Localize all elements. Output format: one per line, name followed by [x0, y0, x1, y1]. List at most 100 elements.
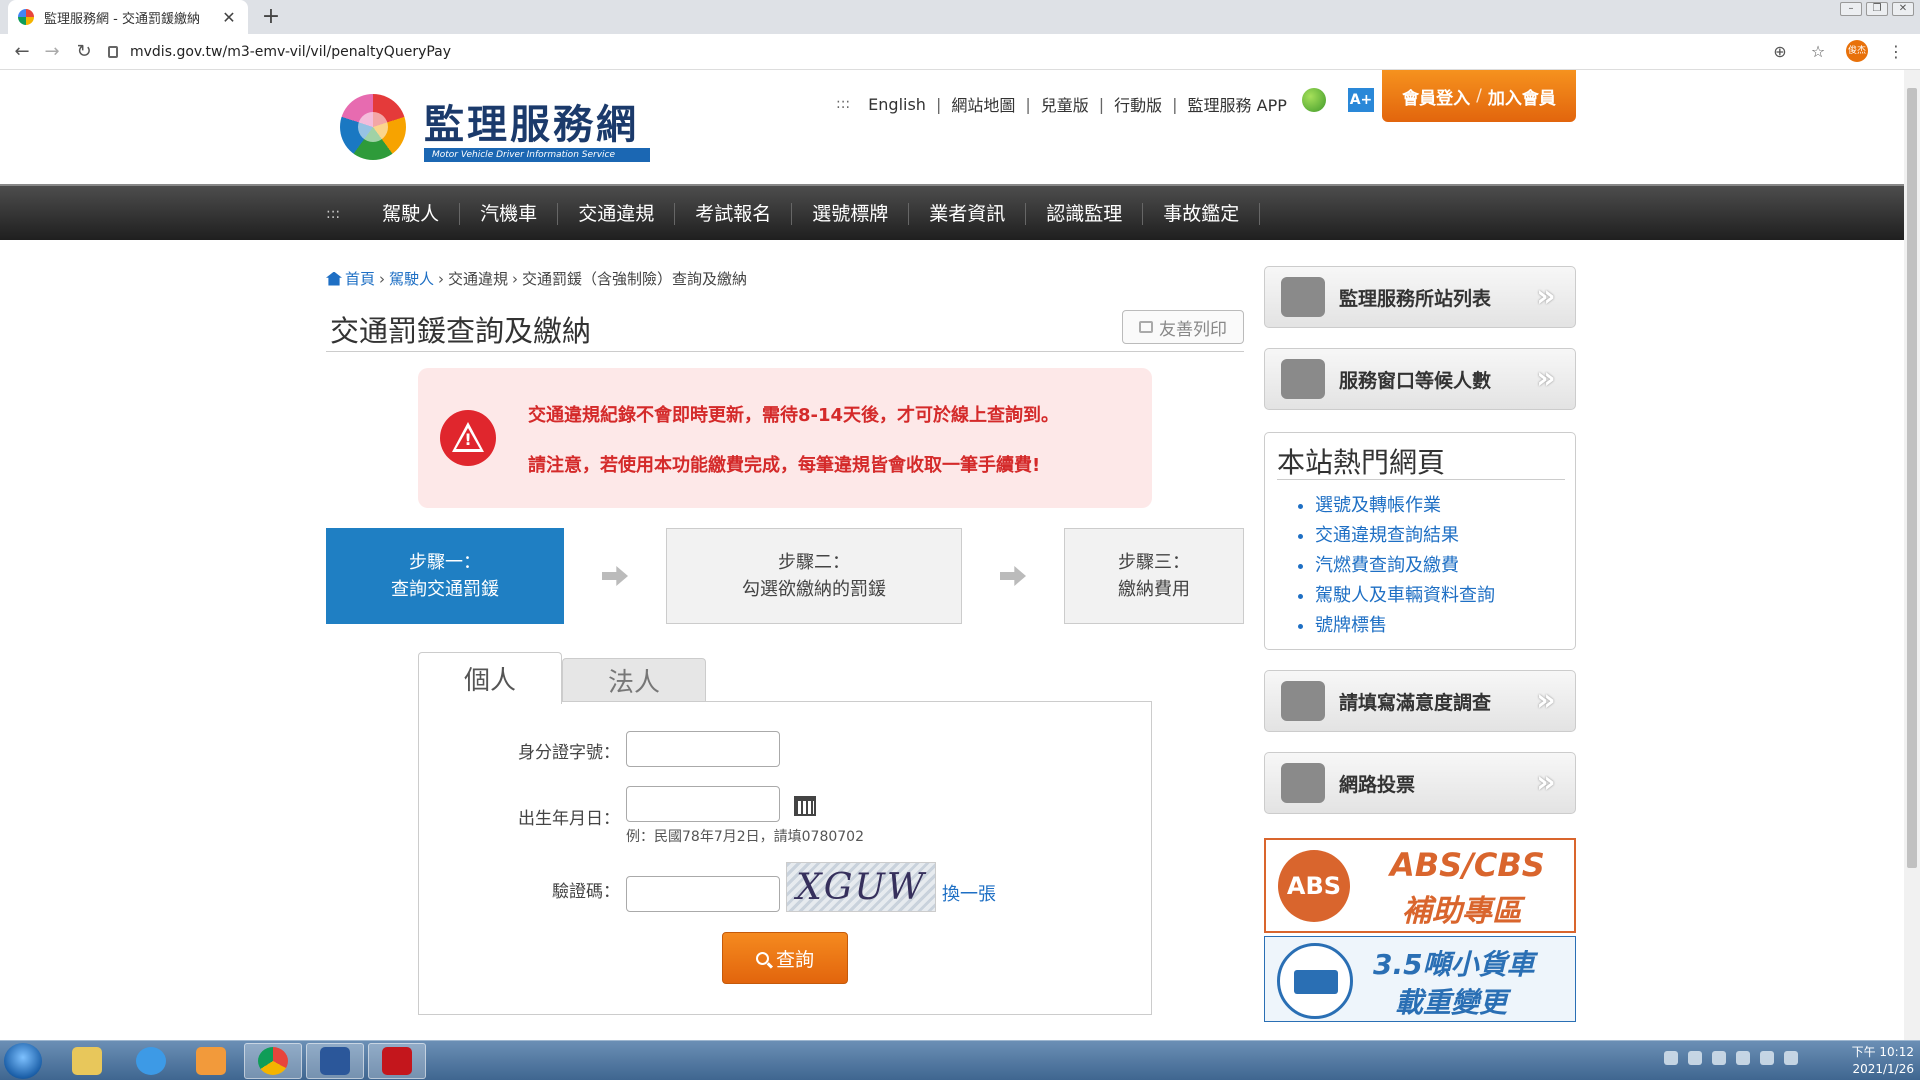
- hot-link-fuel-fee[interactable]: 汽燃費查詢及繳費: [1315, 551, 1495, 581]
- step-3-title: 步驟三：: [1118, 552, 1190, 573]
- taskbar-word[interactable]: [306, 1043, 364, 1079]
- close-window-icon[interactable]: ✕: [1892, 2, 1914, 16]
- step-arrow-icon: [1000, 566, 1026, 586]
- megaphone-icon: [1281, 763, 1325, 803]
- survey-button[interactable]: 請填寫滿意度調查 »: [1264, 670, 1576, 732]
- captcha-refresh-link[interactable]: 換一張: [942, 880, 996, 906]
- ie-icon: [136, 1047, 166, 1075]
- car-icon: [1281, 277, 1325, 317]
- taskbar-media[interactable]: [182, 1043, 240, 1079]
- windows-taskbar: 下午 10:12 2021/1/26: [0, 1040, 1920, 1080]
- breadcrumb-driver[interactable]: 駕駛人: [389, 268, 434, 289]
- notice-alert: ! 交通違規紀錄不會即時更新，需待8-14天後，才可於線上查詢到。 請注意，若使…: [418, 368, 1152, 508]
- member-login-button[interactable]: 會員登入: [1402, 84, 1470, 109]
- tab-corporate[interactable]: 法人: [562, 658, 706, 702]
- taskbar-explorer[interactable]: [58, 1043, 116, 1079]
- link-sitemap[interactable]: 網站地圖: [951, 92, 1015, 116]
- site-logo[interactable]: 監理服務網 Motor Vehicle Driver Information S…: [340, 92, 650, 168]
- media-player-icon: [196, 1047, 226, 1075]
- restore-icon[interactable]: ❐: [1866, 2, 1888, 16]
- print-button[interactable]: 友善列印: [1122, 310, 1244, 344]
- keyboard-icon[interactable]: [1664, 1051, 1678, 1065]
- main-menu: ::: 駕駛人 汽機車 交通違規 考試報名 選號標牌 業者資訊 認識監理 事故鑑…: [0, 184, 1904, 240]
- accessibility-icon[interactable]: A+: [1348, 88, 1374, 112]
- hot-link-driver-vehicle[interactable]: 駕駛人及車輛資料查詢: [1315, 581, 1495, 611]
- queue-count-label: 服務窗口等候人數: [1339, 369, 1492, 392]
- address-bar[interactable]: mvdis.gov.tw/m3-emv-vil/vil/penaltyQuery…: [108, 39, 1808, 65]
- menu-item-accident[interactable]: 事故鑑定: [1143, 203, 1261, 225]
- id-number-input[interactable]: [626, 731, 780, 767]
- menu-item-vehicle[interactable]: 汽機車: [460, 203, 559, 225]
- minimize-icon[interactable]: –: [1840, 2, 1862, 16]
- alert-line-1: 交通違規紀錄不會即時更新，需待8-14天後，才可於線上查詢到。: [528, 405, 1060, 426]
- captcha-input[interactable]: [626, 876, 780, 912]
- vote-button[interactable]: 網路投票 »: [1264, 752, 1576, 814]
- zoom-icon[interactable]: ⊕: [1770, 42, 1790, 61]
- taskbar-ie[interactable]: [122, 1043, 180, 1079]
- page-scrollbar-thumb[interactable]: [1907, 88, 1917, 868]
- hot-pages-title: 本站熱門網頁: [1277, 446, 1446, 479]
- hot-link-violation-result[interactable]: 交通違規查詢結果: [1315, 521, 1495, 551]
- hot-link-plate-auction[interactable]: 號牌標售: [1315, 611, 1495, 641]
- new-tab-button[interactable]: +: [258, 4, 284, 30]
- link-english[interactable]: English: [868, 95, 926, 114]
- forward-arrow-icon[interactable]: →: [40, 40, 64, 64]
- step-1-desc: 查詢交通罰鍰: [391, 579, 499, 600]
- menu-item-exam[interactable]: 考試報名: [675, 203, 793, 225]
- hot-link-plate-selection[interactable]: 選號及轉帳作業: [1315, 491, 1495, 521]
- menu-grip-icon: :::: [326, 206, 341, 222]
- step-3-desc: 繳納費用: [1118, 579, 1190, 600]
- calendar-icon[interactable]: [794, 796, 816, 816]
- truck-load-banner[interactable]: 3.5噸小貨車 載重變更: [1264, 936, 1576, 1022]
- globe-icon[interactable]: [1302, 88, 1326, 112]
- menu-item-about[interactable]: 認識監理: [1026, 203, 1144, 225]
- link-kids[interactable]: 兒童版: [1041, 92, 1089, 116]
- query-button[interactable]: 查詢: [722, 932, 848, 984]
- double-chevron-icon: »: [1536, 361, 1556, 396]
- taskbar-clock[interactable]: 下午 10:12 2021/1/26: [1820, 1044, 1914, 1078]
- tab-close-icon[interactable]: ✕: [220, 8, 238, 27]
- link-mobile[interactable]: 行動版: [1114, 92, 1162, 116]
- captcha-label: 驗證碼：: [552, 882, 620, 902]
- hot-pages-box: 本站熱門網頁 選號及轉帳作業 交通違規查詢結果 汽燃費查詢及繳費 駕駛人及車輛資…: [1264, 432, 1576, 650]
- browser-tabstrip: 監理服務網 - 交通罰鍰繳納 ✕ + – ❐ ✕: [0, 0, 1920, 34]
- start-button[interactable]: [4, 1043, 42, 1079]
- flag-icon[interactable]: [1736, 1051, 1750, 1065]
- profile-avatar[interactable]: 俊杰: [1846, 40, 1868, 62]
- back-arrow-icon[interactable]: ←: [10, 40, 34, 64]
- reload-icon[interactable]: ↻: [72, 40, 96, 64]
- abs-cbs-banner[interactable]: ABS ABS/CBS 補助專區: [1264, 838, 1576, 933]
- url-text: mvdis.gov.tw/m3-emv-vil/vil/penaltyQuery…: [130, 44, 452, 60]
- browser-menu-icon[interactable]: ⋮: [1886, 42, 1906, 61]
- hot-pages-list: 選號及轉帳作業 交通違規查詢結果 汽燃費查詢及繳費 駕駛人及車輛資料查詢 號牌標…: [1315, 491, 1495, 641]
- page-scrollbar[interactable]: [1904, 70, 1920, 1040]
- tab-individual[interactable]: 個人: [418, 652, 562, 704]
- search-icon: [755, 951, 769, 965]
- double-chevron-icon: »: [1536, 279, 1556, 314]
- bookmark-star-icon[interactable]: ☆: [1808, 42, 1828, 61]
- birth-date-label: 出生年月日：: [518, 809, 620, 829]
- member-join-button[interactable]: 加入會員: [1488, 84, 1556, 109]
- birth-date-hint: 例：民國78年7月2日，請填0780702: [626, 829, 864, 845]
- breadcrumb-home[interactable]: 首頁: [345, 268, 375, 289]
- double-chevron-icon: »: [1536, 765, 1556, 800]
- menu-item-driver[interactable]: 駕駛人: [362, 203, 461, 225]
- help-icon[interactable]: [1688, 1051, 1702, 1065]
- menu-item-violation[interactable]: 交通違規: [558, 203, 676, 225]
- link-app[interactable]: 監理服務 APP: [1188, 92, 1287, 116]
- menu-item-business[interactable]: 業者資訊: [909, 203, 1027, 225]
- browser-tab-active[interactable]: 監理服務網 - 交通罰鍰繳納 ✕: [8, 0, 248, 34]
- warning-icon: !: [440, 410, 496, 466]
- birth-date-input[interactable]: [626, 786, 780, 822]
- title-divider: [326, 351, 1244, 352]
- taskbar-chrome[interactable]: [244, 1043, 302, 1079]
- volume-icon[interactable]: [1784, 1051, 1798, 1065]
- captcha-image: XGUW: [786, 862, 936, 912]
- taskbar-acrobat[interactable]: [368, 1043, 426, 1079]
- network-icon[interactable]: [1760, 1051, 1774, 1065]
- queue-count-button[interactable]: 服務窗口等候人數 »: [1264, 348, 1576, 410]
- home-icon: [326, 271, 342, 286]
- chevron-up-icon[interactable]: [1712, 1051, 1726, 1065]
- station-list-button[interactable]: 監理服務所站列表 »: [1264, 266, 1576, 328]
- menu-item-plate[interactable]: 選號標牌: [792, 203, 910, 225]
